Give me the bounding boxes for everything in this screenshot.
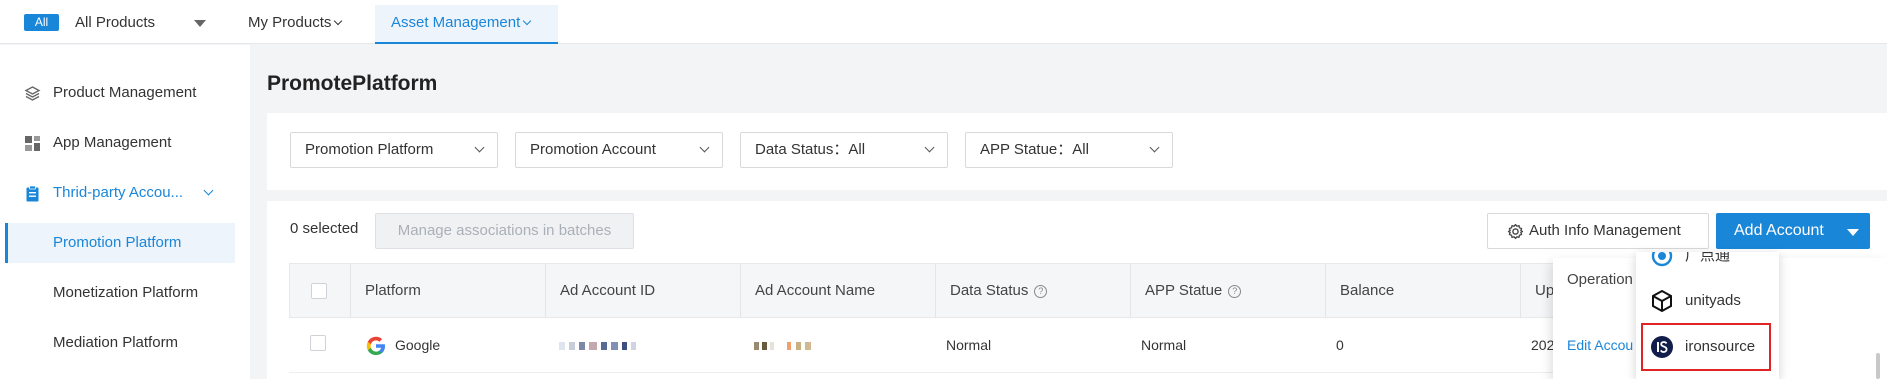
highlight-box <box>1641 323 1771 371</box>
manage-associations-button[interactable]: Manage associations in batches <box>375 213 634 249</box>
google-icon <box>366 336 385 355</box>
auth-info-management-button[interactable]: Auth Info Management <box>1487 213 1709 249</box>
caret-down-icon[interactable] <box>194 20 206 27</box>
asset-management-label: Asset Management <box>391 14 521 31</box>
select-value: Data Status：All <box>755 141 866 158</box>
sidebar-subitem-label: Mediation Platform <box>53 334 179 351</box>
all-badge[interactable]: All <box>24 14 59 31</box>
add-account-button[interactable]: Add Account <box>1716 213 1870 249</box>
header-label: Ad Account Name <box>755 282 876 299</box>
top-nav: All All Products My Products Asset Manag… <box>0 0 1887 44</box>
sidebar-item-app-management[interactable]: App Management <box>0 123 250 163</box>
cell-platform: Google <box>395 337 441 353</box>
chevron-down-icon <box>334 16 343 26</box>
layers-icon <box>24 86 41 101</box>
help-icon[interactable]: ? <box>1228 285 1242 298</box>
dropdown-item-unityads[interactable]: unityads <box>1636 280 1779 322</box>
cell-data-status: Normal <box>946 337 992 353</box>
header-label: Up <box>1535 282 1555 299</box>
column-header-ad-account-name: Ad Account Name <box>740 264 875 317</box>
chevron-down-icon <box>1149 142 1160 153</box>
column-header-app-statue: APP Statue? <box>1130 264 1242 317</box>
clipboard-icon <box>26 185 39 202</box>
selected-count: 0 selected <box>290 220 359 237</box>
dropdown-item-label: unityads <box>1685 292 1741 309</box>
dropdown-item-guangdiantong[interactable]: 广点通 <box>1636 252 1779 277</box>
column-header-operation: Operation <box>1567 271 1633 288</box>
sidebar-item-third-party-accounts[interactable]: Thrid-party Accou... <box>0 173 250 213</box>
unity-icon <box>1652 289 1672 313</box>
app-statue-select[interactable]: APP Statue：All <box>965 132 1173 168</box>
gear-icon <box>1507 223 1524 240</box>
chevron-down-icon <box>699 142 710 153</box>
page-title: PromotePlatform <box>267 72 438 95</box>
select-value: Promotion Account <box>530 141 656 158</box>
filter-panel: Promotion Platform Promotion Account Dat… <box>267 113 1887 190</box>
select-value: APP Statue：All <box>980 141 1089 158</box>
header-label: Ad Account ID <box>560 282 656 299</box>
sidebar-subitem-mediation-platform[interactable]: Mediation Platform <box>5 323 235 363</box>
header-label: APP Statue <box>1145 282 1223 299</box>
chevron-down-icon <box>474 142 485 153</box>
all-products-link[interactable]: All Products <box>75 13 155 33</box>
header-label: Platform <box>365 282 421 299</box>
sidebar-subitem-monetization-platform[interactable]: Monetization Platform <box>5 273 235 313</box>
sidebar: Product Management App Management Thrid-… <box>0 45 250 379</box>
asset-management-menu[interactable]: Asset Management <box>391 13 532 33</box>
select-value: Promotion Platform <box>305 141 434 158</box>
sidebar-item-label: App Management <box>53 134 172 151</box>
column-header-updated: Up <box>1520 264 1554 317</box>
column-header-ad-account-id: Ad Account ID <box>545 264 655 317</box>
promotion-platform-select[interactable]: Promotion Platform <box>290 132 498 168</box>
sidebar-subitem-label: Monetization Platform <box>53 284 199 301</box>
grid-icon <box>25 136 40 151</box>
cell-balance: 0 <box>1336 337 1344 353</box>
cell-ad-account-name-redacted <box>754 342 819 350</box>
sidebar-item-product-management[interactable]: Product Management <box>0 73 250 113</box>
chevron-down-icon <box>203 185 214 196</box>
my-products-label: My Products <box>248 14 332 31</box>
select-all-checkbox[interactable] <box>311 283 327 299</box>
cell-ad-account-id-redacted <box>559 342 639 350</box>
column-header-platform: Platform <box>350 264 421 317</box>
help-icon[interactable]: ? <box>1034 285 1048 298</box>
sidebar-subitem-label: Promotion Platform <box>53 234 182 251</box>
header-label: Data Status <box>950 282 1029 299</box>
column-header-balance: Balance <box>1325 264 1394 317</box>
cell-app-statue: Normal <box>1141 337 1187 353</box>
row-checkbox[interactable] <box>310 335 326 351</box>
cell-updated: 202 <box>1531 337 1555 353</box>
my-products-menu[interactable]: My Products <box>248 13 343 33</box>
sidebar-item-label: Product Management <box>53 84 197 101</box>
column-header-data-status: Data Status? <box>935 264 1048 317</box>
edit-account-link[interactable]: Edit Accou <box>1567 337 1633 353</box>
data-status-select[interactable]: Data Status：All <box>740 132 948 168</box>
guangdiantong-icon <box>1651 252 1673 267</box>
scrollbar-thumb[interactable] <box>1876 353 1880 379</box>
caret-down-icon <box>1847 229 1859 236</box>
header-label: Balance <box>1340 282 1395 299</box>
promotion-account-select[interactable]: Promotion Account <box>515 132 723 168</box>
auth-info-management-label: Auth Info Management <box>1529 222 1681 239</box>
chevron-down-icon <box>523 16 532 26</box>
sidebar-item-label: Thrid-party Accou... <box>53 184 184 201</box>
chevron-down-icon <box>924 142 935 153</box>
add-account-label: Add Account <box>1734 222 1824 239</box>
dropdown-item-label: 广点通 <box>1685 252 1731 264</box>
sidebar-subitem-promotion-platform[interactable]: Promotion Platform <box>5 223 235 263</box>
